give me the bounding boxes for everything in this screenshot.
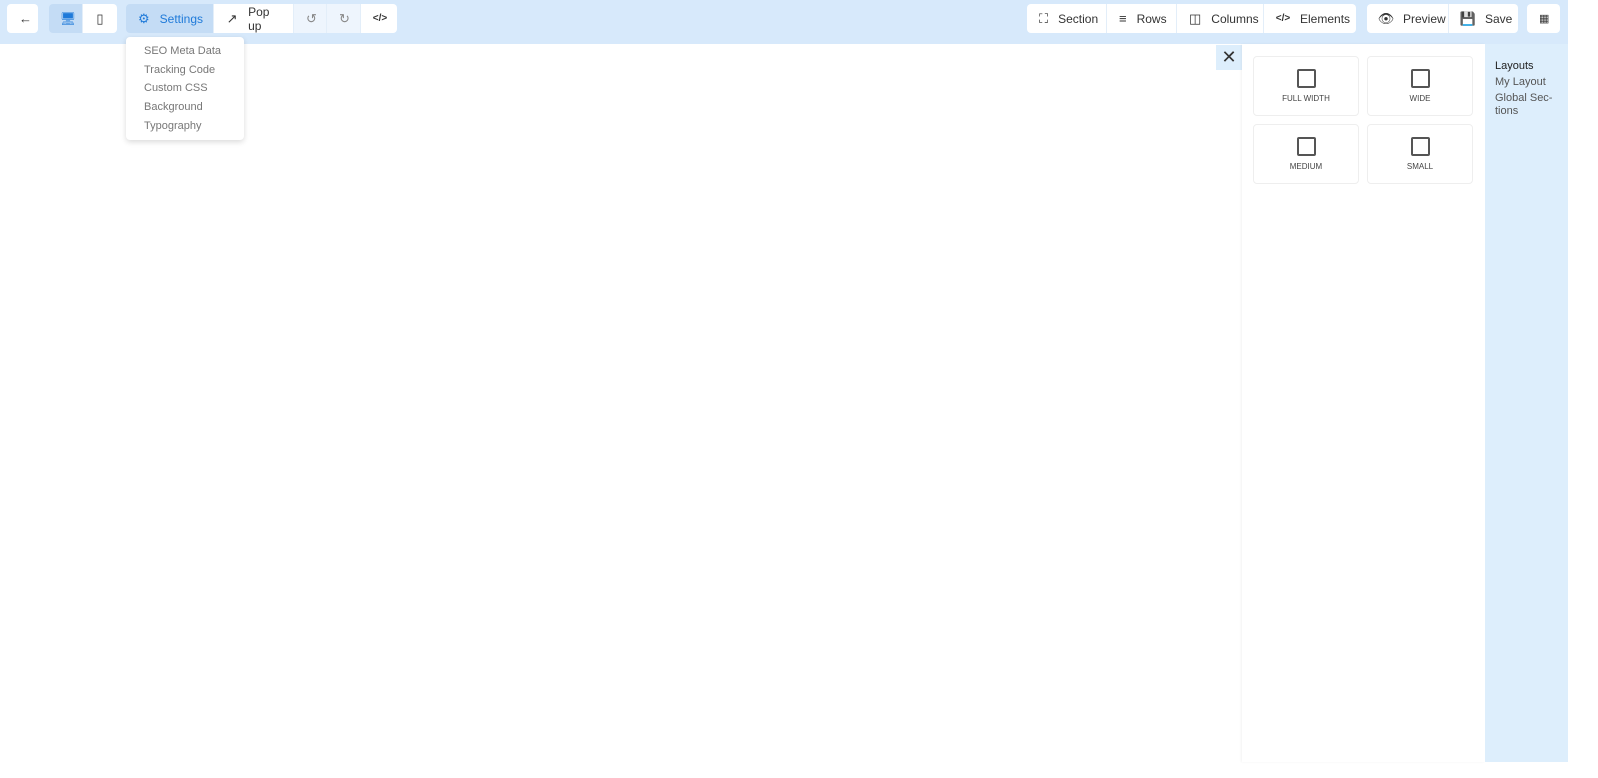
layout-wide[interactable]: WIDE	[1367, 56, 1473, 116]
menu-item-seo[interactable]: SEO Meta Data	[126, 42, 244, 61]
preview-label: Preview	[1403, 11, 1446, 26]
arrow-left-icon: ←	[19, 11, 32, 26]
mobile-icon: ▯	[96, 10, 104, 26]
code-button[interactable]: </>	[361, 4, 397, 33]
preview-button[interactable]: 👁 Preview	[1367, 4, 1449, 33]
columns-button[interactable]: ◫ Columns	[1177, 4, 1264, 33]
save-label: Save	[1485, 11, 1513, 26]
layout-label: MEDIUM	[1289, 162, 1323, 171]
close-panel-button[interactable]: ✕	[1216, 45, 1242, 70]
popup-button[interactable]: ↗ Pop up	[214, 4, 294, 33]
gear-icon: ⚙	[138, 10, 150, 26]
back-button[interactable]: ←	[7, 4, 38, 33]
columns-icon: ◫	[1189, 10, 1202, 26]
mobile-view-button[interactable]: ▯	[83, 4, 117, 33]
save-button[interactable]: 💾 Save	[1449, 4, 1518, 33]
desktop-view-button[interactable]: 🖥	[49, 4, 83, 33]
section-button[interactable]: ⛶ Section	[1027, 4, 1107, 33]
grid-icon: ▦	[1539, 13, 1550, 25]
square-icon	[1296, 137, 1316, 156]
apps-button[interactable]: ▦	[1527, 4, 1560, 33]
layout-label: WIDE	[1409, 94, 1431, 103]
code-icon: </>	[1275, 13, 1291, 24]
redo-button[interactable]: ↻	[327, 4, 361, 33]
rows-button[interactable]: ≡ Rows	[1107, 4, 1177, 33]
menu-item-tracking[interactable]: Tracking Code	[126, 61, 244, 80]
layout-small[interactable]: SMALL	[1367, 124, 1473, 184]
settings-dropdown: SEO Meta Data Tracking Code Custom CSS B…	[126, 37, 244, 141]
desktop-icon: 🖥	[59, 10, 77, 26]
sidebar-item-layouts[interactable]: Layouts	[1495, 60, 1558, 73]
columns-label: Columns	[1211, 11, 1259, 26]
layout-full-width[interactable]: FULL WIDTH	[1253, 56, 1359, 116]
floppy-icon: 💾	[1459, 10, 1477, 26]
eye-icon: 👁	[1377, 10, 1395, 26]
close-icon: ✕	[1221, 47, 1237, 67]
undo-icon: ↺	[306, 10, 317, 26]
redo-icon: ↻	[339, 10, 350, 26]
settings-button[interactable]: ⚙ Settings	[126, 4, 214, 33]
undo-button[interactable]: ↺	[294, 4, 327, 33]
code-icon: </>	[372, 13, 388, 24]
menu-item-typography[interactable]: Typography	[126, 117, 244, 136]
settings-label: Settings	[159, 11, 204, 26]
popup-label: Pop up	[248, 4, 270, 33]
sidebar-item-my-layout[interactable]: My Layout	[1495, 76, 1558, 89]
panel-sidebar: Layouts My Layout Global Sec-tions	[1485, 44, 1568, 762]
menu-item-background[interactable]: Background	[126, 98, 244, 117]
square-icon	[1410, 137, 1430, 156]
elements-button[interactable]: </> Elements	[1264, 4, 1356, 33]
square-icon	[1296, 69, 1316, 88]
menu-icon: ≡	[1119, 11, 1127, 26]
external-edit-icon: ↗	[226, 10, 238, 26]
square-icon	[1410, 69, 1430, 88]
menu-item-css[interactable]: Custom CSS	[126, 79, 244, 98]
layout-label: FULL WIDTH	[1282, 94, 1330, 103]
rows-label: Rows	[1136, 11, 1167, 26]
elements-label: Elements	[1300, 11, 1351, 26]
section-label: Section	[1058, 11, 1099, 26]
layouts-panel: FULL WIDTH WIDE MEDIUM SMALL	[1242, 44, 1485, 762]
sidebar-item-global-sections[interactable]: Global Sec-tions	[1495, 92, 1558, 118]
layout-medium[interactable]: MEDIUM	[1253, 124, 1359, 184]
layout-label: SMALL	[1406, 162, 1434, 171]
expand-icon: ⛶	[1039, 10, 1049, 26]
